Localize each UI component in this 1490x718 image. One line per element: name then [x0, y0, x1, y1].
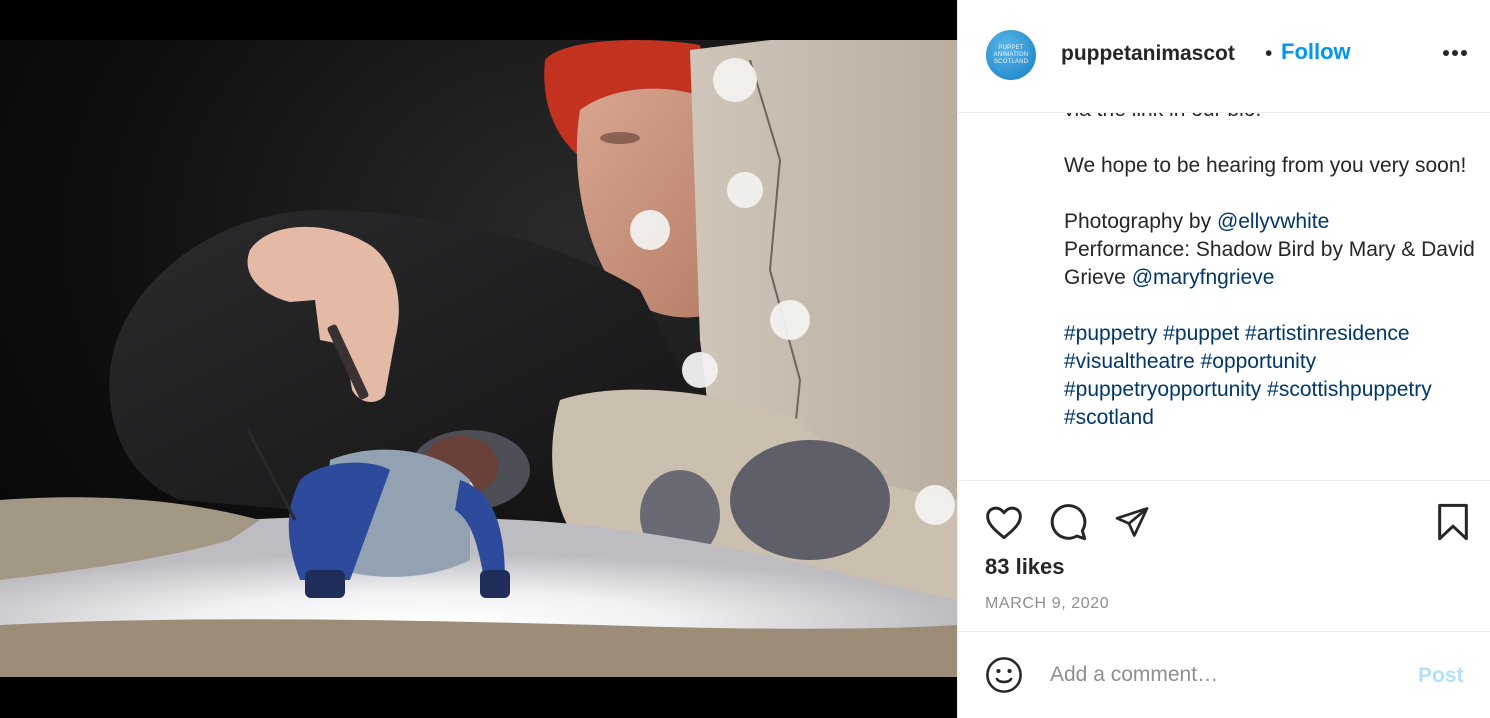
- hashtag-link[interactable]: #scottishpuppetry: [1267, 378, 1432, 401]
- hashtag-link[interactable]: #puppetryopportunity: [1064, 378, 1261, 401]
- post-comment-button[interactable]: Post: [1418, 664, 1464, 688]
- likes-count[interactable]: 83 likes: [985, 554, 1065, 580]
- caption-performance-line: Performance: Shadow Bird by Mary & David…: [1064, 236, 1484, 292]
- hashtag-link[interactable]: #puppetry: [1064, 322, 1157, 345]
- avatar-text-line: PUPPET: [998, 44, 1024, 51]
- bookmark-icon[interactable]: [1432, 501, 1474, 543]
- avatar-text-line: SCOTLAND: [993, 58, 1029, 65]
- comment-bar: Post: [958, 631, 1490, 718]
- follow-button[interactable]: Follow: [1281, 39, 1351, 65]
- caption-photography-prefix: Photography by: [1064, 210, 1217, 233]
- paper-plane-icon[interactable]: [1111, 501, 1153, 543]
- caption-photography-line: Photography by @ellyvwhite: [1064, 208, 1484, 236]
- heart-icon[interactable]: [983, 501, 1025, 543]
- account-avatar[interactable]: PUPPET ANIMATION SCOTLAND: [986, 30, 1036, 80]
- hashtag-link[interactable]: #puppet: [1163, 322, 1239, 345]
- caption-hope-line: We hope to be hearing from you very soon…: [1064, 154, 1467, 177]
- post-image-illustration: [0, 40, 957, 677]
- hashtag-link[interactable]: #visualtheatre: [1064, 350, 1195, 373]
- performer-handle-link[interactable]: @maryfngrieve: [1132, 266, 1275, 289]
- post-actions: 83 likes MARCH 9, 2020: [958, 480, 1490, 630]
- caption-hashtags: #puppetry #puppet #artistinresidence #vi…: [1064, 320, 1484, 432]
- account-username[interactable]: puppetanimascot: [1061, 42, 1235, 66]
- hashtag-link[interactable]: #scotland: [1064, 406, 1154, 429]
- post-header: PUPPET ANIMATION SCOTLAND puppetanimasco…: [958, 0, 1490, 113]
- hashtag-link[interactable]: #artistinresidence: [1245, 322, 1410, 345]
- photographer-handle-link[interactable]: @ellyvwhite: [1217, 210, 1329, 233]
- post-date: MARCH 9, 2020: [985, 595, 1110, 612]
- more-options-icon[interactable]: [1440, 38, 1470, 68]
- caption-text: via the link in our bio. We hope to be h…: [1064, 96, 1484, 432]
- comment-input[interactable]: [1048, 658, 1408, 692]
- avatar-text-line: ANIMATION: [993, 51, 1029, 58]
- hashtag-link[interactable]: #opportunity: [1201, 350, 1317, 373]
- post-image[interactable]: [0, 40, 957, 677]
- post-side-panel: via the link in our bio. We hope to be h…: [957, 0, 1490, 718]
- emoji-smiley-icon[interactable]: [984, 655, 1024, 695]
- post-photo-panel: [0, 0, 957, 718]
- header-separator: •: [1265, 42, 1273, 65]
- comment-bubble-icon[interactable]: [1047, 501, 1089, 543]
